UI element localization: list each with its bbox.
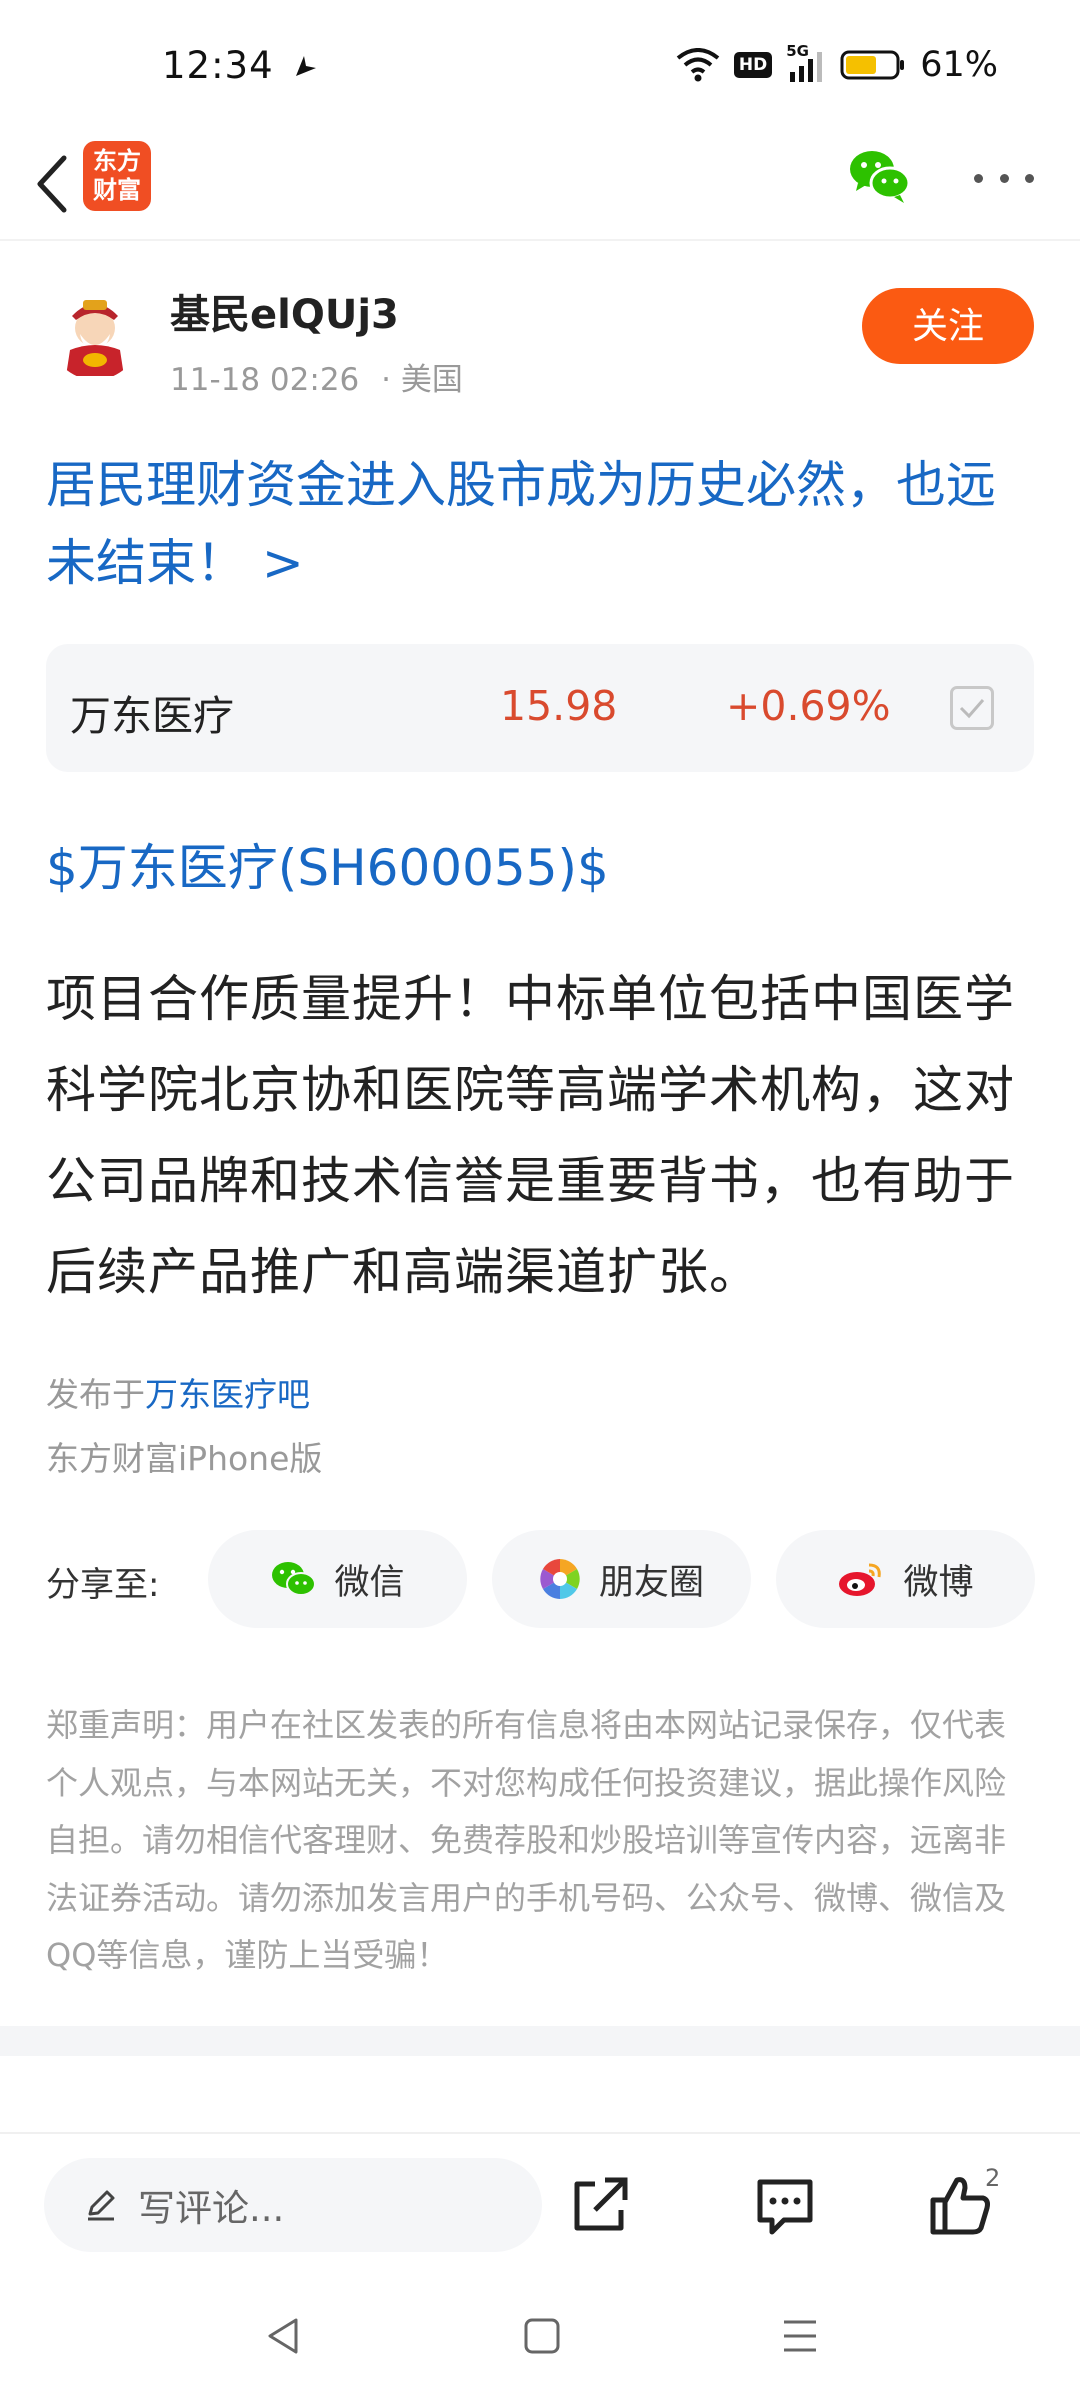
status-indicators: HD 5G 61%: [676, 40, 998, 90]
author-meta: 11-18 02:26 · 美国: [170, 354, 463, 399]
logo-line-2: 财富: [93, 176, 141, 204]
nav-home-button[interactable]: [512, 2306, 572, 2366]
stock-tag-link[interactable]: $万东医疗(SH600055)$: [46, 828, 609, 900]
nav-back-button[interactable]: [254, 2306, 314, 2366]
disclaimer-text: 郑重声明：用户在社区发表的所有信息将由本网站记录保存，仅代表个人观点，与本网站无…: [46, 1706, 1007, 1974]
section-divider: [0, 2026, 1080, 2056]
post-body: 项目合作质量提升！中标单位包括中国医学科学院北京协和医院等高端学术机构，这对公司…: [46, 970, 1015, 1301]
stock-change: +0.69%: [726, 682, 891, 730]
share-wechat-label: 微信: [334, 1562, 405, 1603]
wechat-icon[interactable]: [846, 143, 912, 209]
nav-back-icon: [268, 2318, 298, 2354]
stock-price: 15.98: [500, 682, 618, 730]
share-weibo-label: 微博: [903, 1562, 974, 1603]
avatar[interactable]: [50, 290, 140, 380]
battery-level: 61%: [920, 45, 998, 85]
post-time: 11-18 02:26: [170, 362, 360, 398]
hd-badge: HD: [733, 52, 773, 78]
wechat-icon: [272, 1562, 317, 1596]
comment-icon[interactable]: [750, 2170, 820, 2240]
logo-line-1: 东方: [93, 147, 141, 175]
forum-link[interactable]: 万东医疗吧: [145, 1375, 310, 1414]
stock-quote-card[interactable]: 万东医疗 15.98 +0.69%: [46, 644, 1034, 772]
share-label: 分享至:: [46, 1565, 160, 1605]
share-moments-button[interactable]: 朋友圈: [492, 1530, 751, 1628]
client-source: 东方财富iPhone版: [46, 1439, 323, 1478]
signal-icon: [790, 52, 823, 82]
share-weibo-button[interactable]: 微博: [776, 1530, 1035, 1628]
author-name[interactable]: 基民elQUj3: [170, 282, 399, 340]
publish-prefix: 发布于: [46, 1375, 145, 1414]
nav-menu-button[interactable]: [770, 2306, 830, 2366]
author-row: 基民elQUj3 11-18 02:26 · 美国 关注: [0, 270, 1080, 400]
signal-indicator: 5G: [786, 42, 826, 84]
post-location: · 美国: [381, 362, 463, 398]
status-time: 12:34: [162, 44, 274, 87]
status-bar: 12:34 HD 5G 61%: [0, 0, 1080, 135]
post-title-link[interactable]: 居民理财资金进入股市成为历史必然，也远未结束！ >: [46, 446, 1041, 602]
navigation-arrow-icon: [296, 56, 316, 76]
follow-button[interactable]: 关注: [862, 288, 1034, 364]
share-icon[interactable]: [565, 2170, 635, 2240]
add-watchlist-checkbox[interactable]: [950, 686, 994, 730]
nav-menu-icon: [784, 2320, 816, 2352]
wifi-icon: [676, 48, 720, 82]
weibo-icon: [839, 1563, 882, 1596]
stock-name: 万东医疗: [70, 692, 234, 740]
top-app-bar: 东方 财富: [0, 135, 1080, 241]
share-moments-label: 朋友圈: [598, 1562, 704, 1603]
check-icon: [959, 699, 985, 719]
nav-home-icon: [524, 2318, 560, 2354]
like-count: 2: [985, 2164, 1001, 2192]
comment-input[interactable]: 写评论...: [44, 2158, 542, 2252]
back-button[interactable]: [22, 149, 82, 219]
share-wechat-button[interactable]: 微信: [208, 1530, 467, 1628]
bottom-action-bar: 写评论... 2: [0, 2132, 1080, 2272]
app-logo[interactable]: 东方 财富: [83, 141, 151, 211]
comment-placeholder: 写评论...: [138, 2187, 285, 2230]
pencil-icon: [88, 2190, 115, 2221]
more-icon[interactable]: [974, 153, 1034, 203]
battery-icon: [840, 50, 905, 80]
system-navigation-bar: [0, 2272, 1080, 2400]
avatar-icon: [66, 300, 124, 376]
moments-icon: [540, 1559, 580, 1599]
back-arrow-icon: [37, 155, 67, 213]
published-in: 发布于万东医疗吧: [46, 1368, 310, 1416]
